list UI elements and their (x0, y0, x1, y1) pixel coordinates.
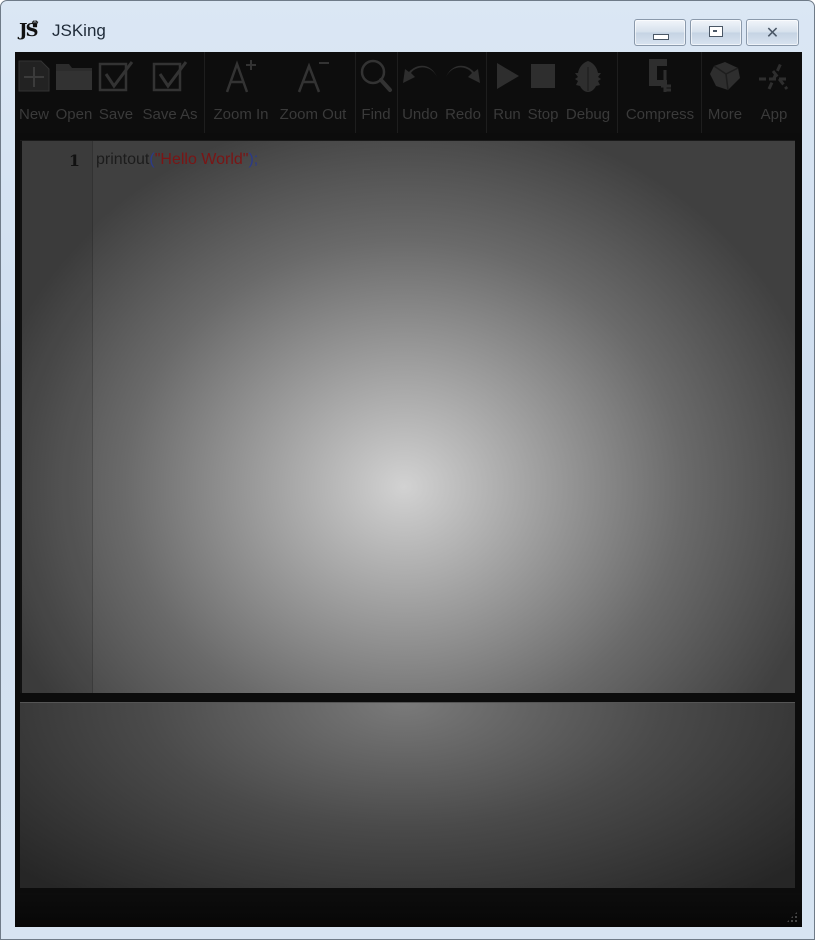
toolbar: New Open Save Save As Zoom In Zoom Out F… (15, 52, 802, 133)
undo-arrow-icon (400, 58, 440, 94)
compress-label: Compress (625, 106, 695, 123)
compress-button[interactable]: Compress (626, 52, 694, 133)
line-number-gutter: 1 (20, 141, 93, 693)
save-button[interactable]: Save (95, 52, 137, 133)
client-area: New Open Save Save As Zoom In Zoom Out F… (15, 52, 802, 927)
close-icon: ✕ (765, 23, 780, 42)
code-editor[interactable]: 1 printout("Hello World"); (20, 140, 795, 693)
new-file-icon (15, 58, 53, 94)
play-icon (489, 58, 525, 94)
find-button[interactable]: Find (358, 52, 394, 133)
debug-label: Debug (565, 106, 611, 123)
title-bar[interactable]: JS ♛ JSKing ✕ (1, 1, 814, 51)
app-store-icon (753, 58, 795, 94)
window-title: JSKing (52, 21, 106, 40)
code-token-string: "Hello World" (154, 151, 249, 168)
find-label: Find (361, 106, 391, 123)
code-token-function: printout (96, 151, 150, 168)
font-increase-icon (211, 58, 271, 94)
redo-arrow-icon (443, 58, 483, 94)
undo-button[interactable]: Undo (400, 52, 440, 133)
zoom-in-button[interactable]: Zoom In (211, 52, 271, 133)
close-button[interactable]: ✕ (746, 19, 799, 46)
app-button[interactable]: App (753, 52, 795, 133)
save-as-check-icon (139, 58, 201, 94)
folder-icon (53, 58, 95, 94)
stop-square-icon (525, 58, 561, 94)
package-box-icon (705, 58, 745, 94)
zoom-out-label: Zoom Out (279, 106, 347, 123)
minimize-button[interactable] (634, 19, 686, 46)
resize-grip-icon[interactable] (786, 911, 798, 923)
output-console[interactable] (20, 702, 795, 888)
line-number: 1 (68, 151, 80, 170)
maximize-icon (709, 26, 723, 37)
jsking-logo-icon: JS ♛ (19, 18, 47, 44)
bug-icon (565, 58, 611, 94)
magnifier-icon (358, 58, 394, 94)
font-decrease-icon (275, 58, 351, 94)
zoom-out-button[interactable]: Zoom Out (275, 52, 351, 133)
save-as-button[interactable]: Save As (139, 52, 201, 133)
more-button[interactable]: More (705, 52, 745, 133)
maximize-button[interactable] (690, 19, 742, 46)
code-token-close: ); (248, 151, 259, 168)
zoom-in-label: Zoom In (213, 106, 269, 123)
app-window: JS ♛ JSKing ✕ New Open Save Save As Zoom… (0, 0, 815, 940)
clamp-icon (627, 58, 693, 94)
crown-icon: ♛ (31, 20, 39, 30)
debug-button[interactable]: Debug (565, 52, 611, 133)
status-bar (15, 893, 802, 927)
app-label: App (760, 106, 788, 123)
more-label: More (707, 106, 743, 123)
save-as-label: Save As (142, 106, 198, 123)
toolbar-separator (617, 52, 618, 133)
stop-button[interactable]: Stop (525, 52, 561, 133)
save-check-icon (95, 58, 137, 94)
redo-button[interactable]: Redo (443, 52, 483, 133)
minimize-icon (653, 34, 669, 40)
code-line[interactable]: printout("Hello World"); (96, 151, 258, 169)
redo-label: Redo (445, 106, 481, 123)
